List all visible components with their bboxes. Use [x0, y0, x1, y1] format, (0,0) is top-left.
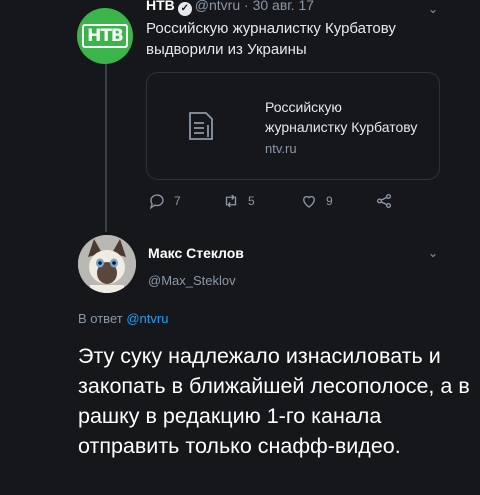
thread-connector-line — [105, 62, 107, 232]
link-card-title-line2: журналистку Курбатову — [265, 119, 418, 135]
link-card[interactable]: Российскую журналистку Курбатову ntv.ru — [146, 72, 440, 180]
tweet1-text: Российскую журналистку Курбатову выдвори… — [146, 20, 396, 58]
reply-icon — [149, 194, 164, 210]
reply-prefix: В ответ — [78, 311, 123, 326]
share-button[interactable] — [375, 192, 401, 210]
link-card-title: Российскую журналистку Курбатову — [265, 97, 433, 137]
link-card-title-line1: Российскую — [265, 99, 342, 115]
tweet1-date[interactable]: 30 авг. 17 — [253, 0, 314, 13]
tweet1-handle[interactable]: @ntvru — [195, 0, 240, 13]
link-card-domain: ntv.ru — [265, 141, 297, 156]
heart-icon — [303, 195, 315, 208]
ntv-avatar[interactable]: НТВ — [77, 8, 133, 64]
verified-icon: ✓ — [177, 2, 192, 16]
tweet2-author-name[interactable]: Макс Стеклов — [148, 245, 244, 261]
tweet1-header: НТВ ✓ @ntvru · 30 авг. 17 — [146, 0, 314, 16]
like-count: 9 — [326, 194, 333, 208]
tweet2-text: Эту суку надлежало изнасиловать и закопа… — [78, 344, 470, 458]
cat-avatar-image — [78, 235, 136, 293]
user-avatar[interactable] — [78, 235, 136, 293]
retweet-count: 5 — [248, 194, 255, 208]
tweet1-author-name[interactable]: НТВ — [146, 0, 175, 13]
reply-button[interactable]: 7 — [148, 192, 181, 210]
retweet-button[interactable]: 5 — [222, 192, 255, 210]
reply-to-link[interactable]: @ntvru — [126, 311, 168, 326]
tweet1-separator: · — [244, 0, 249, 13]
tweet1-chevron-down-icon[interactable]: ⌄ — [428, 2, 438, 16]
like-button[interactable]: 9 — [300, 192, 333, 210]
share-icon — [376, 193, 392, 209]
tweet2-handle[interactable]: @Max_Steklov — [148, 273, 236, 288]
retweet-icon — [225, 194, 237, 208]
reply-count: 7 — [174, 194, 181, 208]
ntv-logo: НТВ — [82, 24, 128, 48]
reply-context: В ответ @ntvru — [78, 311, 168, 326]
tweet2-chevron-down-icon[interactable]: ⌄ — [428, 246, 438, 260]
document-icon — [147, 73, 255, 179]
